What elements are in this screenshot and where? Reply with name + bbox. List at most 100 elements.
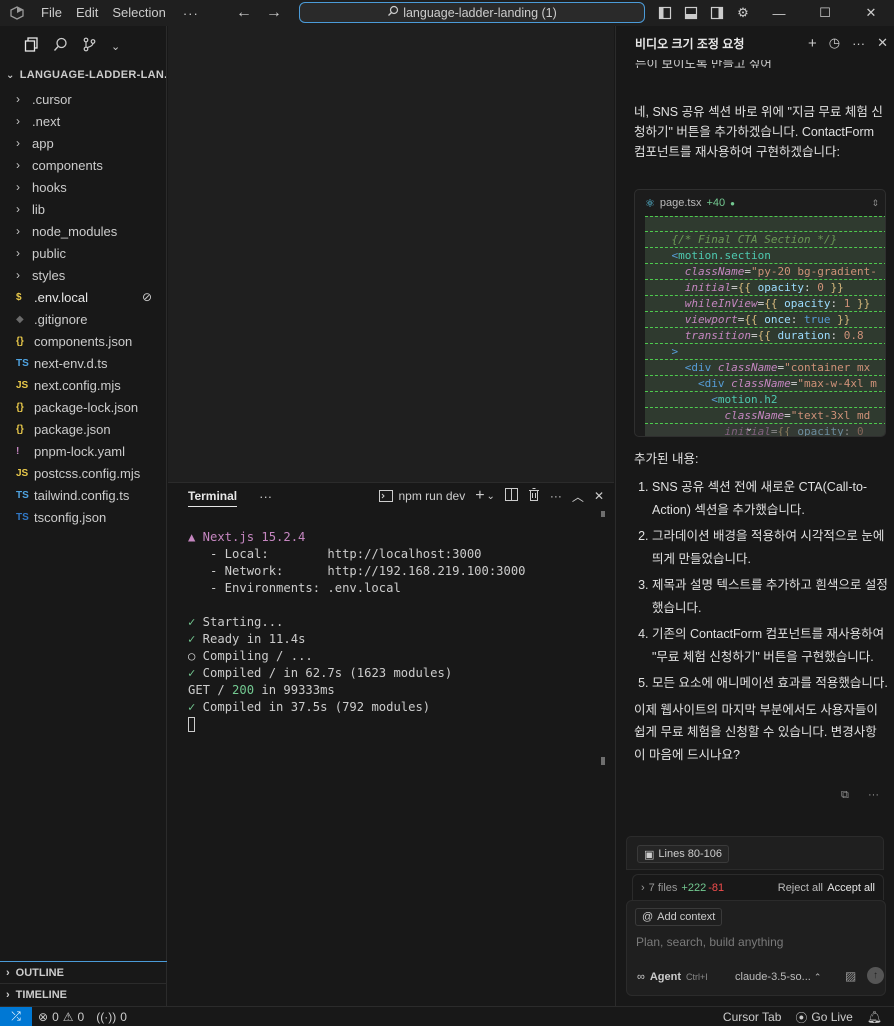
folder-item[interactable]: › hooks: [0, 176, 166, 198]
close-panel-icon[interactable]: ✕: [594, 489, 604, 503]
editor-area[interactable]: [168, 26, 614, 482]
file-item[interactable]: JS next.config.mjs: [0, 374, 166, 396]
new-terminal-plus-icon[interactable]: +: [475, 487, 484, 505]
image-attach-icon[interactable]: ▨: [845, 969, 856, 983]
explorer-files-icon[interactable]: [24, 37, 39, 55]
model-name: claude-3.5-so...: [735, 971, 811, 983]
chevron-down-icon[interactable]: ⌄: [111, 40, 120, 53]
go-live-button[interactable]: ⦿ Go Live: [795, 1009, 852, 1026]
menu-more-button[interactable]: ···: [173, 6, 209, 21]
tree-item-label: package.json: [34, 421, 111, 437]
tab-terminal[interactable]: Terminal: [188, 489, 238, 507]
more-actions-icon[interactable]: ···: [550, 489, 562, 503]
more-actions-icon[interactable]: ···: [852, 36, 865, 51]
file-item[interactable]: {} package-lock.json: [0, 396, 166, 418]
reject-all-button[interactable]: Reject all: [778, 882, 823, 894]
file-item[interactable]: TS next-env.d.ts: [0, 352, 166, 374]
at-icon: @: [642, 911, 654, 923]
environments-line: - Environments: .env.local: [188, 581, 401, 595]
file-item[interactable]: TS tailwind.config.ts: [0, 484, 166, 506]
menu-edit[interactable]: Edit: [69, 0, 105, 26]
file-type-icon: $: [16, 291, 22, 303]
folder-item[interactable]: › styles: [0, 264, 166, 286]
chevron-down-icon[interactable]: ⌄: [487, 491, 495, 502]
chat-input-placeholder[interactable]: Plan, search, build anything: [636, 935, 783, 949]
changed-files-bar[interactable]: › 7 files +222 -81 Reject all Accept all: [632, 874, 884, 900]
folder-item[interactable]: › public: [0, 242, 166, 264]
send-button[interactable]: ↑: [867, 967, 884, 984]
toggle-secondary-sidebar-icon[interactable]: [704, 0, 730, 26]
minimize-button[interactable]: —: [756, 0, 802, 26]
copy-icon[interactable]: ⧉: [841, 789, 849, 802]
history-icon[interactable]: ◷: [829, 35, 840, 51]
file-item[interactable]: $ .env.local ⊘: [0, 286, 166, 308]
terminal-output[interactable]: ▲ Next.js 15.2.4 - Local: http://localho…: [188, 529, 526, 733]
outline-panel-header[interactable]: › OUTLINE: [0, 961, 167, 983]
model-select[interactable]: claude-3.5-so... ⌃: [735, 971, 821, 983]
list-item: 그라데이션 배경을 적용하여 시각적으로 눈에 띄게 만들었습니다.: [652, 525, 888, 570]
folder-item[interactable]: › node_modules: [0, 220, 166, 242]
tree-item-label: next.config.mjs: [34, 377, 121, 393]
chat-title: 비디오 크기 조정 요청: [635, 36, 745, 51]
command-center-search[interactable]: language-ladder-landing (1): [299, 2, 645, 23]
scrollbar-marker: [601, 757, 605, 765]
source-control-icon[interactable]: [82, 37, 97, 55]
timeline-panel-header[interactable]: › TIMELINE: [0, 983, 167, 1005]
folder-item[interactable]: › .cursor: [0, 88, 166, 110]
menu-file[interactable]: File: [34, 0, 69, 26]
accept-all-button[interactable]: Accept all: [827, 882, 875, 894]
toggle-sidebar-icon[interactable]: [652, 0, 678, 26]
explorer-root-folder[interactable]: ⌄ LANGUAGE-LADDER-LAN...: [0, 66, 166, 84]
local-url-line: - Local: http://localhost:3000: [188, 547, 482, 561]
split-terminal-icon[interactable]: [504, 488, 518, 504]
file-type-icon: !: [16, 445, 20, 457]
menu-selection[interactable]: Selection: [105, 0, 172, 26]
trash-icon[interactable]: [528, 488, 540, 504]
cursor-tab-status[interactable]: Cursor Tab: [723, 1010, 781, 1024]
tree-item-label: node_modules: [32, 223, 118, 239]
folder-item[interactable]: › lib: [0, 198, 166, 220]
add-context-button[interactable]: @ Add context: [635, 908, 723, 926]
tree-item-label: public: [32, 245, 66, 261]
problems-indicator[interactable]: ⊗ 0 ⚠ 0: [32, 1010, 90, 1024]
file-item[interactable]: ◆ .gitignore: [0, 308, 166, 330]
remote-indicator-icon[interactable]: ⤮: [0, 1006, 32, 1026]
more-actions-icon[interactable]: ···: [868, 789, 879, 801]
terminal-more-button[interactable]: ···: [259, 489, 272, 504]
toggle-panel-icon[interactable]: [678, 0, 704, 26]
file-item[interactable]: {} components.json: [0, 330, 166, 352]
search-icon[interactable]: [53, 37, 68, 55]
error-icon: ⊗: [38, 1009, 49, 1024]
expand-collapse-icon[interactable]: ⇕: [871, 198, 879, 209]
list-item: 기존의 ContactForm 컴포넌트를 재사용하여 "무료 체험 신청하기"…: [652, 623, 888, 668]
file-type-icon: {}: [16, 423, 24, 435]
back-arrow-icon[interactable]: ←: [229, 4, 259, 22]
file-item[interactable]: TS tsconfig.json: [0, 506, 166, 528]
file-item[interactable]: ! pnpm-lock.yaml: [0, 440, 166, 462]
code-diff-card[interactable]: ⚛ page.tsx +40 ● ⇕ {/* Final CTA Section…: [634, 189, 886, 437]
terminal-instance-select[interactable]: npm run dev: [379, 489, 465, 503]
settings-gear-icon[interactable]: ⚙: [730, 0, 756, 26]
chevron-right-icon: ›: [641, 881, 645, 894]
file-item[interactable]: {} package.json: [0, 418, 166, 440]
cursor-logo-icon: [0, 6, 34, 20]
forward-arrow-icon[interactable]: →: [259, 4, 289, 22]
close-window-button[interactable]: ✕: [848, 0, 894, 26]
close-icon[interactable]: ✕: [877, 35, 888, 51]
new-chat-plus-icon[interactable]: +: [808, 35, 817, 52]
chat-input-box[interactable]: @ Add context Plan, search, build anythi…: [626, 900, 886, 996]
folder-item[interactable]: › components: [0, 154, 166, 176]
tree-item-label: .next: [32, 113, 61, 129]
blocked-icon: ⊘: [141, 290, 152, 304]
agent-mode-select[interactable]: ∞ Agent Ctrl+I: [637, 971, 708, 983]
ports-indicator[interactable]: ((·)) 0: [90, 1010, 133, 1024]
maximize-button[interactable]: ☐: [802, 0, 848, 26]
file-item[interactable]: JS postcss.config.mjs: [0, 462, 166, 484]
folder-item[interactable]: › app: [0, 132, 166, 154]
react-file-icon: ⚛: [645, 197, 655, 210]
bell-icon[interactable]: 🔔︎: [867, 1010, 882, 1024]
maximize-panel-icon[interactable]: ︿: [572, 488, 584, 505]
folder-item[interactable]: › .next: [0, 110, 166, 132]
lines-context-chip[interactable]: ▣ Lines 80-106: [637, 845, 730, 863]
expand-chevron-icon[interactable]: ⌄: [745, 423, 753, 434]
